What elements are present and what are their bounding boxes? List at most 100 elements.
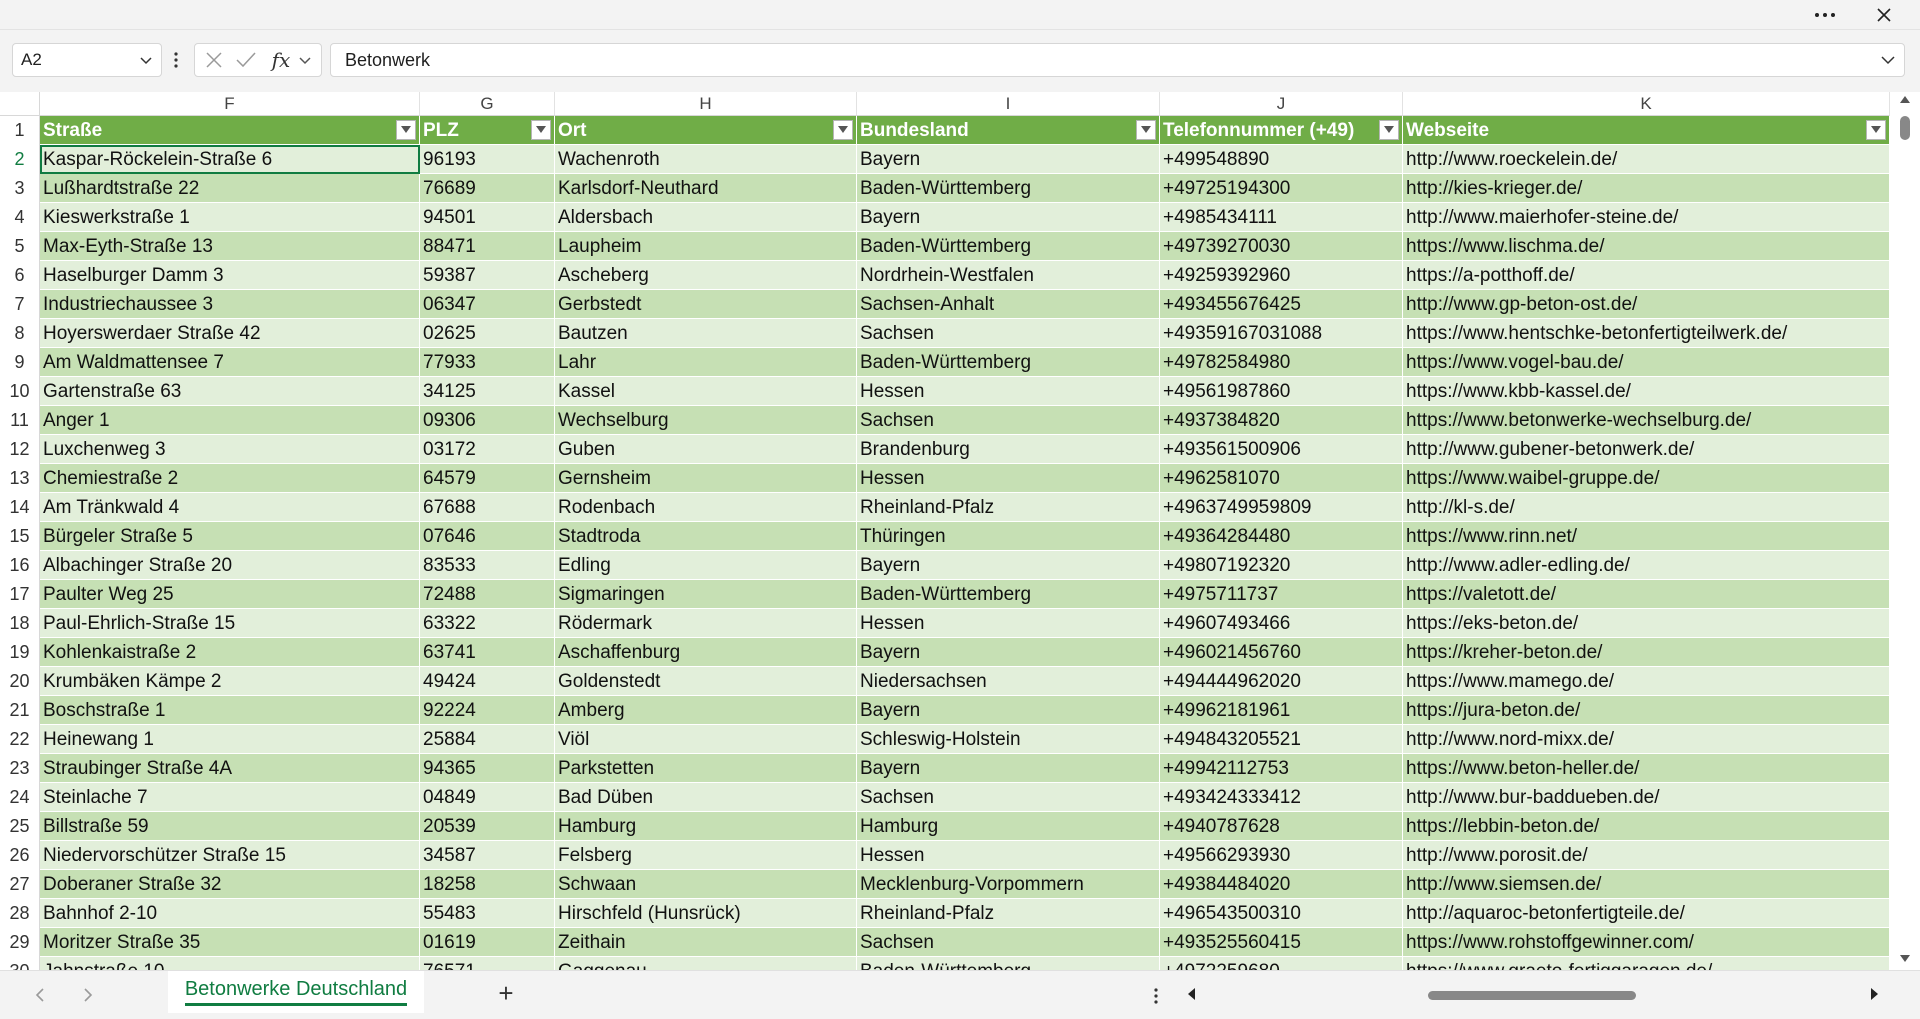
vertical-scrollbar[interactable]	[1890, 92, 1920, 970]
table-cell[interactable]: 59387	[420, 261, 555, 290]
table-cell[interactable]: http://aquaroc-betonfertigteile.de/	[1403, 899, 1890, 928]
table-cell[interactable]: +4940787628	[1160, 812, 1403, 841]
table-cell[interactable]: 34587	[420, 841, 555, 870]
table-cell[interactable]: https://www.mamego.de/	[1403, 667, 1890, 696]
table-cell[interactable]: Lahr	[555, 348, 857, 377]
table-cell[interactable]: Jahnstraße 10	[40, 957, 420, 970]
table-header-cell[interactable]: PLZ	[420, 116, 555, 145]
row-number[interactable]: 4	[0, 203, 40, 232]
table-cell[interactable]: 09306	[420, 406, 555, 435]
table-cell[interactable]: +49807192320	[1160, 551, 1403, 580]
table-header-cell[interactable]: Webseite	[1403, 116, 1890, 145]
table-cell[interactable]: Guben	[555, 435, 857, 464]
previous-sheet-button[interactable]	[30, 985, 50, 1005]
row-number[interactable]: 15	[0, 522, 40, 551]
table-cell[interactable]: Rödermark	[555, 609, 857, 638]
table-cell[interactable]: Nordrhein-Westfalen	[857, 261, 1160, 290]
table-cell[interactable]: 25884	[420, 725, 555, 754]
table-cell[interactable]: Bayern	[857, 696, 1160, 725]
table-cell[interactable]: 06347	[420, 290, 555, 319]
table-cell[interactable]: 55483	[420, 899, 555, 928]
table-cell[interactable]: Hamburg	[857, 812, 1160, 841]
table-cell[interactable]: Karlsdorf-Neuthard	[555, 174, 857, 203]
table-cell[interactable]: Hamburg	[555, 812, 857, 841]
confirm-edit-button[interactable]	[233, 44, 259, 76]
table-cell[interactable]: Laupheim	[555, 232, 857, 261]
spreadsheet-grid[interactable]: F G H I J K 1 Straße PLZ Ort Bundesland Telefonnumm…	[0, 92, 1920, 970]
table-cell[interactable]: 34125	[420, 377, 555, 406]
name-box[interactable]: A2	[12, 43, 162, 77]
table-cell[interactable]: +496543500310	[1160, 899, 1403, 928]
row-number[interactable]: 5	[0, 232, 40, 261]
table-cell[interactable]: Parkstetten	[555, 754, 857, 783]
vertical-scroll-thumb[interactable]	[1900, 116, 1910, 140]
table-cell[interactable]: Chemiestraße 2	[40, 464, 420, 493]
column-header-j[interactable]: J	[1160, 92, 1403, 116]
row-number[interactable]: 28	[0, 899, 40, 928]
table-cell[interactable]: Rheinland-Pfalz	[857, 493, 1160, 522]
table-header-cell[interactable]: Bundesland	[857, 116, 1160, 145]
table-cell[interactable]: 63322	[420, 609, 555, 638]
vertical-dots-icon[interactable]	[1152, 985, 1160, 1007]
row-number[interactable]: 10	[0, 377, 40, 406]
table-cell[interactable]: Hessen	[857, 377, 1160, 406]
formula-input[interactable]: Betonwerk	[330, 43, 1905, 77]
close-button[interactable]	[1861, 0, 1907, 30]
add-sheet-button[interactable]: +	[494, 978, 518, 1008]
row-number[interactable]: 1	[0, 116, 40, 145]
table-cell[interactable]: http://www.maierhofer-steine.de/	[1403, 203, 1890, 232]
row-number[interactable]: 16	[0, 551, 40, 580]
table-cell[interactable]: http://kl-s.de/	[1403, 493, 1890, 522]
table-cell[interactable]: Viöl	[555, 725, 857, 754]
row-number[interactable]: 26	[0, 841, 40, 870]
column-header-g[interactable]: G	[420, 92, 555, 116]
row-number[interactable]: 19	[0, 638, 40, 667]
table-cell[interactable]: http://www.gp-beton-ost.de/	[1403, 290, 1890, 319]
table-cell[interactable]: Industriechaussee 3	[40, 290, 420, 319]
table-cell[interactable]: Steinlache 7	[40, 783, 420, 812]
table-cell[interactable]: +493525560415	[1160, 928, 1403, 957]
table-cell[interactable]: Am Tränkwald 4	[40, 493, 420, 522]
vertical-dots-icon[interactable]	[172, 48, 180, 72]
table-cell[interactable]: Bautzen	[555, 319, 857, 348]
table-cell[interactable]: https://www.beton-heller.de/	[1403, 754, 1890, 783]
row-number[interactable]: 12	[0, 435, 40, 464]
table-cell[interactable]: Hessen	[857, 841, 1160, 870]
table-cell[interactable]: +49725194300	[1160, 174, 1403, 203]
table-cell[interactable]: 72488	[420, 580, 555, 609]
table-cell[interactable]: Amberg	[555, 696, 857, 725]
table-cell[interactable]: Wachenroth	[555, 145, 857, 174]
filter-dropdown-button[interactable]	[833, 120, 853, 140]
table-cell[interactable]: http://www.nord-mixx.de/	[1403, 725, 1890, 754]
table-cell[interactable]: 67688	[420, 493, 555, 522]
table-cell[interactable]: 49424	[420, 667, 555, 696]
cancel-edit-button[interactable]	[201, 44, 227, 76]
table-cell[interactable]: Moritzer Straße 35	[40, 928, 420, 957]
row-number[interactable]: 11	[0, 406, 40, 435]
table-header-cell[interactable]: Straße	[40, 116, 420, 145]
table-cell[interactable]: Bayern	[857, 754, 1160, 783]
row-number[interactable]: 22	[0, 725, 40, 754]
table-cell[interactable]: https://kreher-beton.de/	[1403, 638, 1890, 667]
table-cell[interactable]: http://www.siemsen.de/	[1403, 870, 1890, 899]
table-cell[interactable]: +49782584980	[1160, 348, 1403, 377]
table-cell[interactable]: +49359167031088	[1160, 319, 1403, 348]
column-header-i[interactable]: I	[857, 92, 1160, 116]
table-cell[interactable]: Rodenbach	[555, 493, 857, 522]
table-cell[interactable]: 96193	[420, 145, 555, 174]
table-cell[interactable]: Goldenstedt	[555, 667, 857, 696]
next-sheet-button[interactable]	[78, 985, 98, 1005]
table-cell[interactable]: +49384484020	[1160, 870, 1403, 899]
table-cell[interactable]: Hirschfeld (Hunsrück)	[555, 899, 857, 928]
table-cell[interactable]: +49942112753	[1160, 754, 1403, 783]
table-cell[interactable]: Wechselburg	[555, 406, 857, 435]
table-cell[interactable]: https://www.rohstoffgewinner.com/	[1403, 928, 1890, 957]
table-cell[interactable]: https://www.betonwerke-wechselburg.de/	[1403, 406, 1890, 435]
row-number[interactable]: 7	[0, 290, 40, 319]
table-cell[interactable]: https://www.hentschke-betonfertigteilwer…	[1403, 319, 1890, 348]
row-number[interactable]: 30	[0, 957, 40, 970]
table-cell[interactable]: http://www.porosit.de/	[1403, 841, 1890, 870]
table-cell[interactable]: Rheinland-Pfalz	[857, 899, 1160, 928]
table-cell[interactable]: http://www.gubener-betonwerk.de/	[1403, 435, 1890, 464]
row-number[interactable]: 6	[0, 261, 40, 290]
